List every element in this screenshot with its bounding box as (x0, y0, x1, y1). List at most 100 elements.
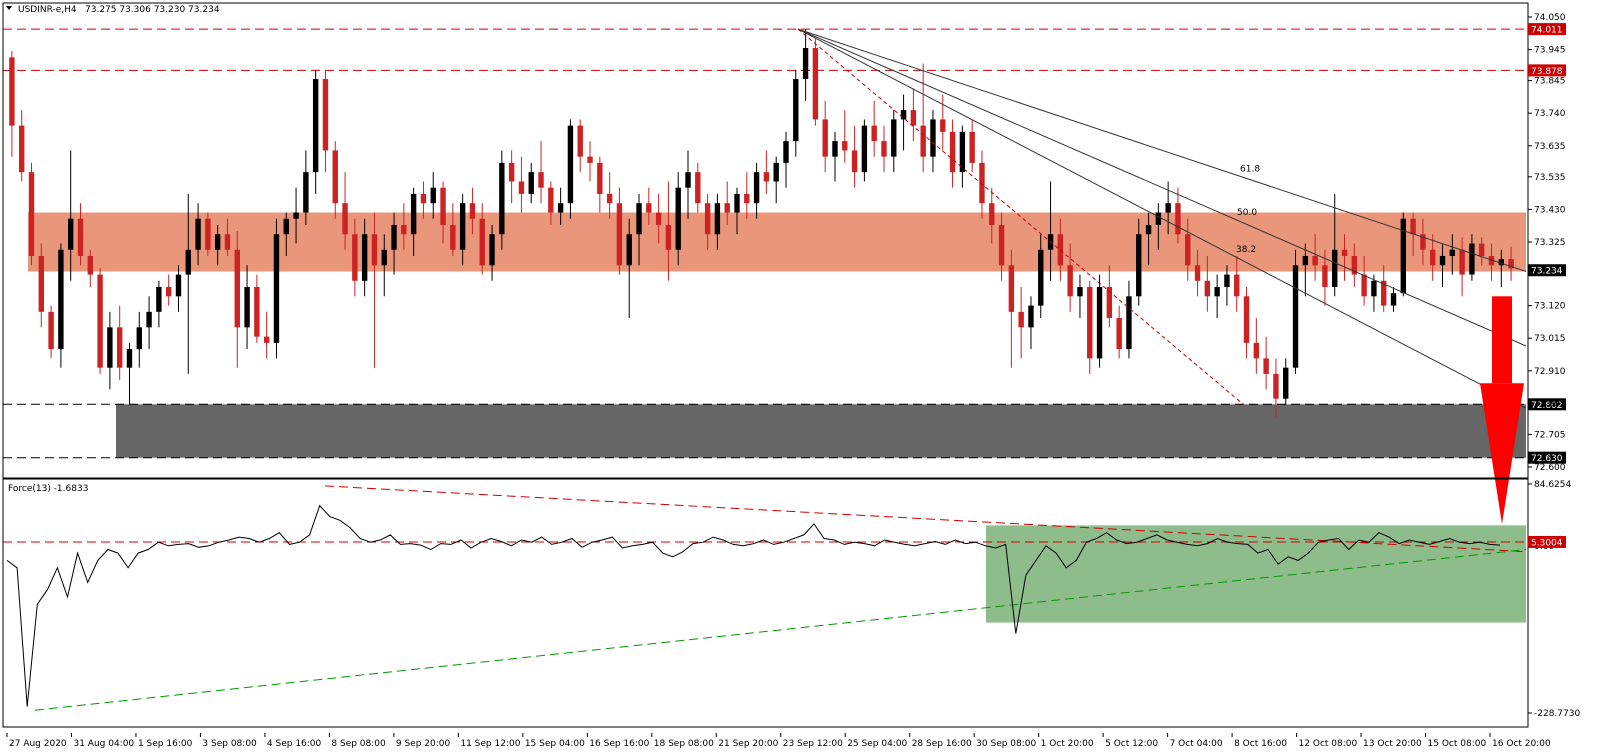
candle-body (1096, 287, 1103, 359)
candle-body (254, 287, 260, 337)
candle-body (675, 187, 681, 250)
time-tick-label: 8 Sep 08:00 (331, 739, 386, 749)
fib-fan-label: 38.2 (1236, 245, 1256, 255)
candle-body (489, 234, 495, 266)
candle-body (107, 327, 113, 368)
candle-body (293, 212, 299, 219)
candle-body (332, 150, 338, 204)
candle-body (793, 79, 799, 142)
time-tick-label: 1 Sep 16:00 (138, 739, 193, 749)
time-tick-label: 7 Oct 04:00 (1170, 739, 1223, 749)
candle-body (371, 234, 378, 266)
candle-body (9, 57, 15, 126)
candle-body (871, 125, 877, 142)
candle-body (851, 150, 858, 173)
candle-body (479, 218, 485, 266)
candle-body (1469, 243, 1475, 275)
candle-body (920, 125, 926, 157)
candle-body (19, 125, 25, 173)
candle-body (1322, 265, 1328, 287)
force-tick-label: -228.7730 (1534, 709, 1580, 719)
candle-body (146, 311, 152, 328)
time-tick-label: 11 Sep 12:00 (460, 739, 520, 749)
candle-body (646, 203, 652, 213)
candle-body (410, 193, 417, 235)
candle-body (156, 287, 162, 312)
candle-body (1371, 280, 1377, 297)
time-tick-label: 21 Sep 20:00 (718, 739, 778, 749)
candle-body (1263, 358, 1269, 374)
time-tick-label: 27 Aug 2020 (9, 739, 67, 749)
candle-body (548, 187, 554, 213)
fib-fan-label: 61.8 (1240, 164, 1260, 174)
candle-body (234, 249, 240, 328)
candle-body (1008, 265, 1015, 312)
candle-body (1087, 287, 1093, 359)
candle-body (273, 234, 280, 343)
candle-body (214, 234, 221, 250)
candle-body (1292, 265, 1299, 368)
candle-body (949, 131, 956, 173)
candle-body (126, 349, 133, 368)
candle-body (28, 172, 35, 256)
candle-body (557, 203, 564, 213)
time-tick-label: 18 Sep 08:00 (654, 739, 714, 749)
level-price-label: 74.011 (1531, 26, 1563, 36)
candle-body (832, 141, 838, 157)
candle-body (1224, 274, 1230, 287)
candle-body (1185, 234, 1191, 266)
candle-body (1234, 274, 1240, 297)
candle-body (969, 131, 975, 163)
candle-body (263, 336, 270, 343)
candle-body (685, 172, 691, 188)
candle-body (577, 125, 583, 157)
candle-body (842, 141, 848, 151)
candle-body (665, 224, 672, 250)
price-tick-label: 73.740 (1534, 109, 1566, 119)
candle-body (401, 224, 407, 235)
candle-body (1077, 287, 1083, 297)
candle-body (322, 79, 329, 151)
time-tick-label: 15 Oct 08:00 (1428, 739, 1487, 749)
candle-body (881, 141, 887, 157)
resistance-zone (28, 212, 1526, 272)
time-tick-label: 1 Oct 20:00 (1041, 739, 1094, 749)
candle-body (352, 234, 358, 281)
time-tick-label: 9 Sep 20:00 (396, 739, 451, 749)
time-tick-label: 16 Oct 20:00 (1492, 739, 1551, 749)
candle-body (1067, 265, 1073, 297)
candle-body (773, 162, 779, 182)
time-tick-label: 13 Oct 20:00 (1363, 739, 1422, 749)
candle-body (1038, 249, 1044, 306)
candle-body (67, 218, 74, 250)
candle-body (1204, 280, 1211, 297)
candle-body (626, 234, 632, 266)
candle-body (469, 203, 476, 219)
candle-body (1439, 255, 1446, 266)
price-tick-label: 73.535 (1534, 173, 1566, 183)
candle-body (1332, 249, 1338, 287)
candle-body (303, 172, 309, 213)
candle-body (998, 224, 1005, 266)
candle-body (714, 203, 721, 235)
candle-body (1253, 342, 1260, 359)
candle-body (1057, 234, 1064, 266)
candle-body (77, 218, 84, 256)
price-tick-label: 73.325 (1534, 238, 1566, 248)
force-indicator-title: Force(13) -1.6833 (8, 484, 88, 494)
candle-body (381, 249, 387, 266)
time-tick-label: 16 Sep 16:00 (589, 739, 649, 749)
candle-body (244, 287, 250, 328)
price-tick-label: 73.120 (1534, 302, 1566, 312)
fib-fan-label: 50.0 (1237, 208, 1257, 218)
price-tick-label: 73.015 (1534, 334, 1566, 344)
price-tick-label: 72.910 (1534, 367, 1566, 377)
ohlc-readout: 73.275 73.306 73.230 73.234 (85, 5, 220, 15)
chart-canvas: 61.850.038.2 74.01173.87872.80272.63074.… (0, 0, 1598, 753)
candle-body (205, 218, 211, 250)
time-tick-label: 3 Sep 08:00 (202, 739, 257, 749)
candle-body (420, 193, 427, 204)
price-tick-label: 72.805 (1534, 399, 1566, 409)
time-tick-label: 30 Sep 08:00 (976, 739, 1036, 749)
candle-body (538, 172, 544, 188)
